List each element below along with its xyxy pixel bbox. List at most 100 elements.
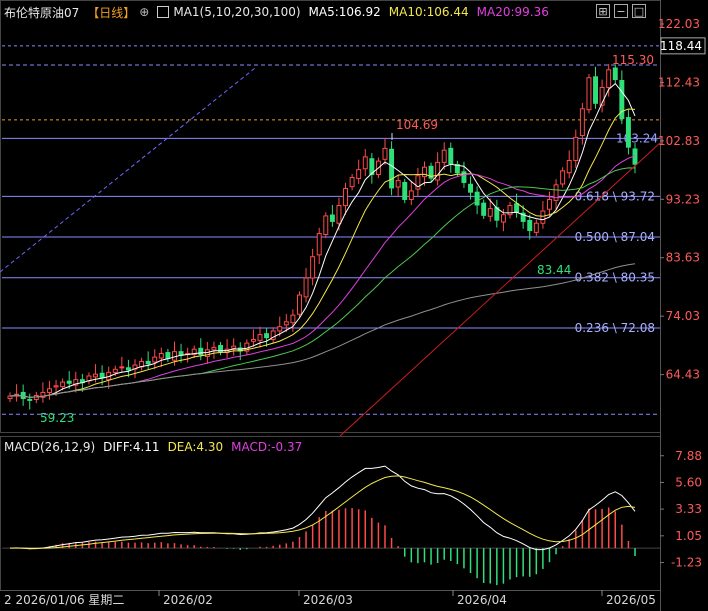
candle-up — [323, 215, 329, 235]
candle-up — [606, 69, 612, 88]
x-tick-label: 2 2026/01/06 星期二 — [4, 593, 124, 607]
candle-down — [448, 147, 454, 165]
candle-down — [198, 347, 204, 356]
candle-up — [349, 177, 355, 188]
candle-down — [514, 203, 520, 213]
candle-down — [527, 219, 533, 232]
candle-up — [53, 385, 59, 388]
macd-header: MACD(26,12,9) DIFF:4.11 DEA:4.30 MACD:-0… — [0, 437, 310, 457]
candle-down — [165, 352, 171, 359]
candle-up — [540, 210, 546, 224]
candle-up — [231, 345, 237, 349]
candle-up — [93, 373, 99, 378]
macd-y-tick-label: 1.05 — [675, 529, 702, 543]
candle-down — [593, 76, 598, 104]
ma5-line — [9, 82, 636, 398]
fib-label: 0.236 \ 72.08 — [575, 321, 655, 335]
candle-up — [152, 356, 158, 363]
macd-y-tick-label: 5.60 — [675, 475, 702, 489]
candle-down — [612, 67, 618, 81]
candle-down — [461, 171, 467, 183]
candle-up — [487, 208, 493, 217]
candle-up — [112, 368, 118, 373]
ma30-line — [9, 167, 636, 398]
candle-up — [277, 326, 283, 332]
restore-icon[interactable]: □ — [632, 4, 646, 18]
candle-up — [158, 352, 164, 359]
channel-line — [0, 67, 256, 273]
candle-down — [145, 360, 151, 365]
candle-up — [382, 147, 388, 160]
macd-y-tick-label: -1.23 — [671, 556, 702, 570]
candle-down — [625, 117, 631, 148]
x-tick-label: 2026/05 — [606, 593, 656, 607]
candle-down — [329, 214, 335, 222]
candle-up — [435, 161, 441, 181]
candle-up — [408, 190, 414, 200]
low-label: 83.44 — [537, 263, 571, 277]
candle-up — [172, 351, 177, 361]
ma10-value: MA10:106.44 — [388, 5, 469, 19]
trend-line — [339, 142, 661, 437]
low-label: 59.23 — [40, 411, 74, 425]
candle-down — [402, 181, 408, 200]
candle-down — [20, 391, 26, 400]
candle-up — [533, 222, 539, 233]
fib-label: 0.618 \ 93.72 — [575, 189, 655, 203]
macd-dea: DEA:4.30 — [167, 440, 224, 454]
candle-down — [66, 380, 72, 384]
instrument-name[interactable]: 布伦特原油07 — [4, 4, 79, 21]
candle-up — [500, 214, 506, 223]
candle-down — [264, 333, 270, 339]
candle-up — [441, 149, 447, 163]
candle-up — [579, 108, 585, 137]
y-tick-label: 122.03 — [658, 17, 700, 31]
macd-y-tick-label: 7.88 — [675, 449, 702, 463]
candle-up — [362, 156, 368, 170]
period-label[interactable]: 【日线】 — [87, 4, 135, 21]
y-tick-label: 93.23 — [666, 192, 700, 206]
add-symbol-icon[interactable]: ⊕ — [139, 5, 149, 19]
x-tick-label: 2026/04 — [457, 593, 507, 607]
fib-label: 0.382 \ 80.35 — [575, 271, 655, 285]
ma10-line — [9, 108, 636, 398]
candle-down — [125, 367, 131, 371]
candle-up — [356, 169, 362, 179]
candle-up — [119, 366, 125, 369]
candle-up — [290, 314, 296, 324]
x-tick-label: 2026/03 — [303, 593, 353, 607]
level-label: 103.24 — [616, 131, 658, 145]
candle-down — [389, 148, 395, 189]
indicator-toggle-icon[interactable] — [157, 6, 170, 18]
candle-up — [257, 334, 263, 341]
minimize-icon[interactable]: − — [614, 4, 628, 18]
y-tick-label: 74.03 — [666, 309, 700, 323]
macd-diff-line — [9, 465, 636, 551]
current-price-label: 118.44 — [660, 39, 702, 53]
candle-up — [283, 321, 289, 326]
chart-window: 122.03 112.43 102.83 93.23 83.63 74.03 64.43 11… — [0, 0, 708, 611]
candle-up — [547, 198, 552, 210]
candle-up — [211, 346, 217, 351]
candle-up — [395, 180, 401, 188]
candle-up — [7, 395, 13, 400]
candle-up — [336, 205, 342, 224]
candle-down — [474, 191, 480, 206]
high-label: 104.69 — [396, 118, 438, 132]
ma-params: MA1(5,10,20,30,100) — [173, 5, 301, 19]
high-label: 115.30 — [612, 53, 654, 67]
candle-up — [303, 277, 309, 298]
crosshair-icon[interactable]: ⊞ — [596, 4, 610, 18]
fib-label: 0.500 \ 87.04 — [575, 230, 655, 244]
candle-down — [468, 183, 474, 193]
candle-up — [343, 188, 349, 207]
macd-value: MACD:-0.37 — [231, 440, 303, 454]
macd-dea-line — [10, 475, 636, 549]
candle-down — [481, 202, 487, 216]
candle-up — [310, 256, 316, 279]
y-tick-label: 64.43 — [666, 368, 700, 382]
candle-up — [573, 136, 579, 162]
candle-up — [586, 77, 592, 111]
candlestick-chart: 122.03 112.43 102.83 93.23 83.63 74.03 64.43 11… — [0, 0, 706, 611]
candle-up — [250, 338, 256, 342]
